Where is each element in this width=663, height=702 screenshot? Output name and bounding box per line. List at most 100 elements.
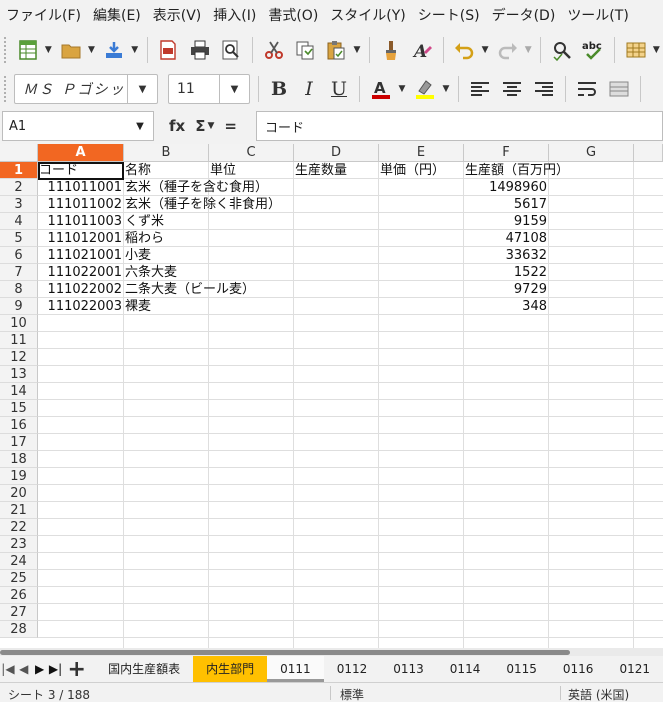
row-button[interactable] <box>622 36 649 64</box>
column-header-e[interactable]: E <box>379 144 464 162</box>
sum-dropdown[interactable]: ▼ <box>207 121 214 131</box>
row-header-25[interactable]: 25 <box>0 570 38 587</box>
next-sheet-icon[interactable]: ▶ <box>32 657 48 681</box>
row-header-16[interactable]: 16 <box>0 417 38 434</box>
row-dropdown[interactable]: ▼ <box>651 36 661 64</box>
row-header-12[interactable]: 12 <box>0 349 38 366</box>
tab-0116[interactable]: 0116 <box>550 656 607 682</box>
tab-0111[interactable]: 0111 <box>267 656 324 682</box>
font-color-button[interactable]: A <box>367 75 395 103</box>
header-cell-b[interactable]: 名称 <box>125 162 151 179</box>
cell-value[interactable]: 9729 <box>464 281 547 298</box>
last-sheet-icon[interactable]: ▶| <box>48 657 64 681</box>
tab-0113[interactable]: 0113 <box>380 656 437 682</box>
cell-value[interactable]: 1498960 <box>464 179 547 196</box>
select-all-corner[interactable] <box>0 144 38 162</box>
page-style[interactable]: 標準 <box>340 686 364 702</box>
menu-edit[interactable]: 編集(E) <box>87 5 147 25</box>
open-dropdown[interactable]: ▼ <box>87 36 97 64</box>
header-cell-c[interactable]: 単位 <box>210 162 236 179</box>
redo-dropdown[interactable]: ▼ <box>523 36 533 64</box>
formula-button[interactable]: = <box>224 117 237 135</box>
merge-cells-button[interactable] <box>605 75 633 103</box>
row-header-27[interactable]: 27 <box>0 604 38 621</box>
row-header-4[interactable]: 4 <box>0 213 38 230</box>
wrap-text-button[interactable] <box>573 75 601 103</box>
header-cell-f[interactable]: 生産額（百万円） <box>465 162 569 179</box>
menu-data[interactable]: データ(D) <box>486 5 562 25</box>
menu-sheet[interactable]: シート(S) <box>412 5 486 25</box>
toolbar-grip[interactable] <box>4 37 8 63</box>
cell-code[interactable]: 111021001 <box>38 247 122 264</box>
header-cell-e[interactable]: 単価（円） <box>380 162 445 179</box>
cell-name[interactable]: 稲わら <box>125 230 164 247</box>
spreadsheet-grid[interactable]: A B C D E F G 1 2 3 4 5 6 7 8 9 10 11 12 13 14 15 16 17 18 19 20 21… <box>0 144 663 648</box>
cell-code[interactable]: 111022003 <box>38 298 122 315</box>
row-header-28[interactable]: 28 <box>0 621 38 638</box>
menu-tools[interactable]: ツール(T) <box>561 5 634 25</box>
new-spreadsheet-button[interactable] <box>14 36 41 64</box>
cell-name[interactable]: 玄米（種子を除く非食用） <box>125 196 281 213</box>
cell-code[interactable]: 111012001 <box>38 230 122 247</box>
row-header-22[interactable]: 22 <box>0 519 38 536</box>
sheet-count[interactable]: シート 3 / 188 <box>8 686 90 702</box>
open-button[interactable] <box>57 36 84 64</box>
prev-sheet-icon[interactable]: ◀ <box>16 657 32 681</box>
align-left-button[interactable] <box>466 75 494 103</box>
italic-button[interactable]: I <box>294 74 324 104</box>
cell-name[interactable]: くず米 <box>125 213 164 230</box>
cell-name[interactable]: 裸麦 <box>125 298 151 315</box>
tab-kokunai[interactable]: 国内生産額表 <box>95 656 193 682</box>
column-header-b[interactable]: B <box>124 144 209 162</box>
spelling-button[interactable]: abc <box>580 36 607 64</box>
column-header-a[interactable]: A <box>38 144 124 162</box>
highlight-color-button[interactable] <box>411 75 439 103</box>
cell-code[interactable]: 111011001 <box>38 179 122 196</box>
cell-name[interactable]: 二条大麦（ビール麦） <box>125 281 255 298</box>
first-sheet-icon[interactable]: |◀ <box>0 657 16 681</box>
menu-file[interactable]: ファイル(F) <box>0 5 87 25</box>
row-header-5[interactable]: 5 <box>0 230 38 247</box>
column-header-c[interactable]: C <box>209 144 294 162</box>
clone-formatting-button[interactable] <box>377 36 404 64</box>
toolbar-grip[interactable] <box>4 76 8 102</box>
menu-insert[interactable]: 挿入(I) <box>207 5 262 25</box>
cell-value[interactable]: 348 <box>464 298 547 315</box>
cell-value[interactable]: 33632 <box>464 247 547 264</box>
column-header-g[interactable]: G <box>549 144 634 162</box>
sum-button[interactable]: Σ <box>195 117 205 135</box>
paste-button[interactable] <box>323 36 350 64</box>
cell-name[interactable]: 小麦 <box>125 247 151 264</box>
cell-value[interactable]: 9159 <box>464 213 547 230</box>
export-pdf-button[interactable] <box>155 36 182 64</box>
formula-input[interactable]: コード <box>256 111 663 141</box>
name-box[interactable]: A1 ▼ <box>2 111 154 141</box>
menu-format[interactable]: 書式(O) <box>262 5 324 25</box>
menu-styles[interactable]: スタイル(Y) <box>324 5 411 25</box>
cell-code[interactable]: 111022001 <box>38 264 122 281</box>
row-header-17[interactable]: 17 <box>0 434 38 451</box>
cell-value[interactable]: 5617 <box>464 196 547 213</box>
row-header-8[interactable]: 8 <box>0 281 38 298</box>
cell-code[interactable]: 111011003 <box>38 213 122 230</box>
row-header-13[interactable]: 13 <box>0 366 38 383</box>
font-size-combo[interactable]: 11 ▼ <box>168 74 250 104</box>
tab-0121[interactable]: 0121 <box>606 656 663 682</box>
save-dropdown[interactable]: ▼ <box>130 36 140 64</box>
save-button[interactable] <box>100 36 127 64</box>
cell-name[interactable]: 玄米（種子を含む食用） <box>125 179 268 196</box>
row-header-23[interactable]: 23 <box>0 536 38 553</box>
redo-button[interactable] <box>494 36 521 64</box>
row-header-7[interactable]: 7 <box>0 264 38 281</box>
row-header-18[interactable]: 18 <box>0 451 38 468</box>
row-header-26[interactable]: 26 <box>0 587 38 604</box>
menu-view[interactable]: 表示(V) <box>147 5 208 25</box>
tab-0115[interactable]: 0115 <box>493 656 550 682</box>
row-header-14[interactable]: 14 <box>0 383 38 400</box>
add-sheet-icon[interactable]: + <box>67 657 85 682</box>
undo-dropdown[interactable]: ▼ <box>480 36 490 64</box>
find-replace-button[interactable] <box>548 36 575 64</box>
row-header-21[interactable]: 21 <box>0 502 38 519</box>
scrollbar-thumb[interactable] <box>0 650 570 655</box>
text-language[interactable]: 英語 (米国) <box>568 686 629 702</box>
